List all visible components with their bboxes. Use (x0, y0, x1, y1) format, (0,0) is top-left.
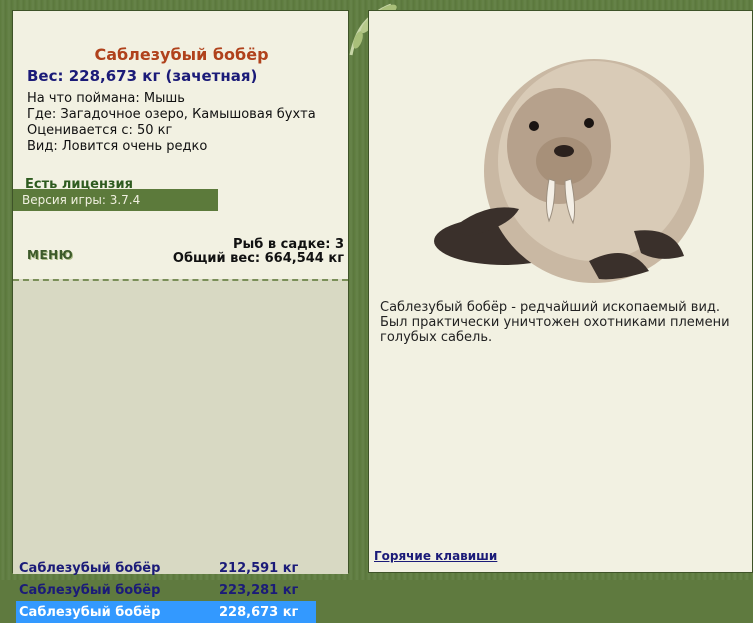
fish-list-row[interactable]: Саблезубый бобёр 223,281 кг (16, 579, 316, 601)
fish-row-weight: 228,673 кг (219, 604, 299, 620)
fish-weight: Вес: 228,673 кг (зачетная) (27, 67, 258, 85)
fish-list-row[interactable]: Саблезубый бобёр 228,673 кг (16, 601, 316, 623)
fish-title: Саблезубый бобёр (94, 45, 269, 64)
bait-info: На что поймана: Мышь (27, 91, 185, 106)
keep-net-list: Саблезубый бобёр 212,591 кг Саблезубый боб… (16, 557, 316, 623)
sabretooth-beaver-image (434, 59, 704, 283)
fish-row-name: Саблезубый бобёр (19, 582, 161, 598)
fish-row-weight: 223,281 кг (219, 582, 299, 598)
fish-row-name: Саблезубый бобёр (19, 560, 161, 576)
version-bar: Версия игры: 3.7.4 (13, 189, 218, 211)
fish-row-weight: 212,591 кг (219, 560, 299, 576)
keep-net-list-area: Саблезубый бобёр 212,591 кг Саблезубый боб… (13, 279, 348, 623)
catch-info-panel: Саблезубый бобёр Вес: 228,673 кг (зачетн… (12, 10, 349, 623)
menu-button[interactable]: МЕНЮ (27, 248, 73, 262)
hotkeys-link[interactable]: Горячие клавиши (374, 549, 497, 563)
valued-info: Оценивается с: 50 кг (27, 123, 173, 138)
fish-description: Саблезубый бобёр - редчайший ископаемый … (380, 300, 730, 345)
keep-net-count: Рыб в садке: 3 (232, 237, 344, 252)
fish-list-row[interactable]: Саблезубый бобёр 212,591 кг (16, 557, 316, 579)
rarity-info: Вид: Ловится очень редко (27, 139, 208, 154)
keep-net-total-weight: Общий вес: 664,544 кг (172, 251, 344, 266)
fish-row-name: Саблезубый бобёр (19, 604, 161, 620)
menu-label: МЕНЮ (27, 248, 74, 262)
fish-detail-panel: Саблезубый бобёр - редчайший ископаемый … (368, 10, 753, 573)
location-info: Где: Загадочное озеро, Камышовая бухта (27, 107, 316, 122)
